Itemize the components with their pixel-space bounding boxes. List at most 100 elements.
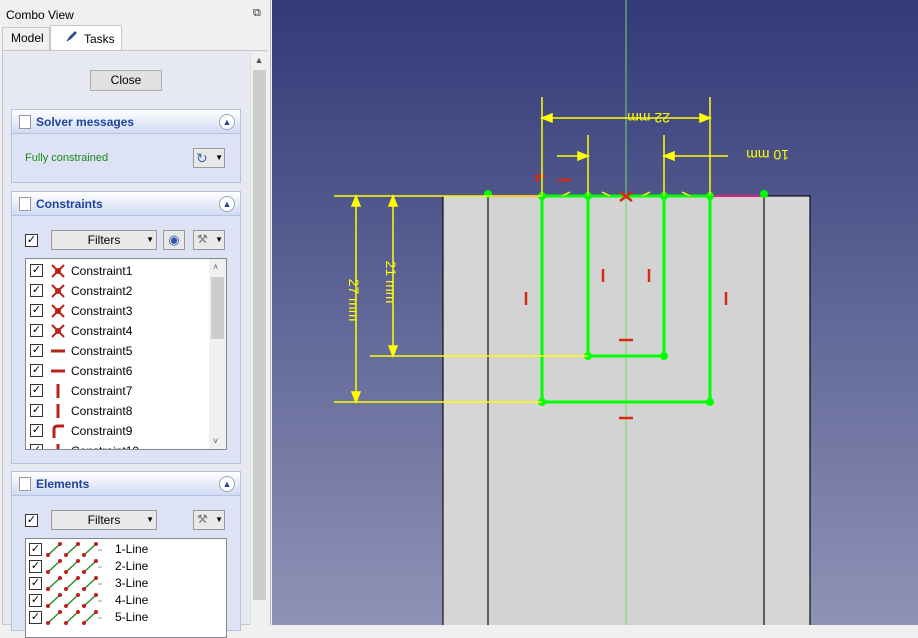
- element-checkbox[interactable]: ✓: [29, 577, 42, 590]
- constraints-select-all-checkbox[interactable]: ✓: [25, 234, 38, 247]
- list-item[interactable]: ✓ Constraint3: [30, 301, 210, 321]
- constraint-checkbox[interactable]: ✓: [30, 444, 43, 449]
- chevron-down-icon: ▼: [146, 515, 154, 524]
- list-item[interactable]: ✓ 2-Line: [29, 558, 225, 575]
- list-item[interactable]: ✓ Constraint1: [30, 261, 210, 281]
- dim-arrow: [661, 150, 675, 162]
- constraint-label: Constraint6: [71, 364, 133, 378]
- list-item[interactable]: ✓ Constraint8: [30, 401, 210, 421]
- chevron-down-icon: ▼: [146, 235, 154, 244]
- constraint-checkbox[interactable]: ✓: [30, 304, 43, 317]
- list-item[interactable]: ✓ Constraint6: [30, 361, 210, 381]
- horizontal-icon: [50, 344, 66, 358]
- visibility-button[interactable]: ◉: [163, 230, 185, 250]
- scroll-up-icon[interactable]: ▲: [254, 55, 264, 65]
- vertex[interactable]: [484, 190, 492, 198]
- task-panel-scrollbar[interactable]: ▲: [250, 52, 267, 625]
- elements-select-all-checkbox[interactable]: ✓: [25, 514, 38, 527]
- element-label: 5-Line: [115, 610, 149, 624]
- constraint-checkbox[interactable]: ✓: [30, 364, 43, 377]
- constraints-settings-button[interactable]: ⚒ ▼: [193, 230, 225, 250]
- dim-10-label[interactable]: 10 mm: [746, 147, 789, 163]
- element-checkbox[interactable]: ✓: [29, 611, 42, 624]
- elements-settings-button[interactable]: ⚒ ▼: [193, 510, 225, 530]
- collapse-icon[interactable]: ▲: [219, 196, 235, 212]
- list-item[interactable]: ✓ 5-Line: [29, 609, 225, 626]
- chevron-down-icon[interactable]: ▼: [215, 150, 223, 166]
- pencil-icon: [66, 31, 77, 42]
- constraint-checkbox[interactable]: ✓: [30, 344, 43, 357]
- sketch-canvas[interactable]: 22 mm 10 mm 27 mm 21 mm: [272, 0, 918, 625]
- combo-view-titlebar: Combo View ⧉: [0, 4, 271, 24]
- element-checkbox[interactable]: ✓: [29, 543, 42, 556]
- list-item[interactable]: ✓ Constraint7: [30, 381, 210, 401]
- undock-icon[interactable]: ⧉: [253, 7, 265, 19]
- vertex[interactable]: [760, 190, 768, 198]
- close-button[interactable]: Close: [90, 70, 162, 91]
- constraints-header[interactable]: Constraints ▲: [12, 192, 240, 216]
- list-item[interactable]: ✓ Constraint2: [30, 281, 210, 301]
- list-item[interactable]: ✓ 1-Line: [29, 541, 225, 558]
- dim-22-label[interactable]: 22 mm: [627, 110, 670, 126]
- vertical-icon: [50, 384, 66, 398]
- solver-status: Fully constrained: [25, 152, 109, 164]
- chevron-up-icon[interactable]: ˄: [213, 262, 218, 272]
- dim-arrow: [350, 193, 362, 207]
- element-checkbox[interactable]: ✓: [29, 560, 42, 573]
- part-right-face: [763, 195, 811, 625]
- list-item[interactable]: ✓ Constraint9: [30, 421, 210, 441]
- tab-tasks-label: Tasks: [84, 32, 115, 46]
- solver-refresh-button[interactable]: ↻ ▼: [193, 148, 225, 168]
- wrench-icon: ⚒: [197, 512, 208, 526]
- constraint-checkbox[interactable]: ✓: [30, 264, 43, 277]
- tab-model[interactable]: Model: [2, 27, 50, 50]
- chevron-down-icon[interactable]: ˅: [213, 436, 218, 446]
- coincident-icon: [50, 264, 66, 278]
- filters-label: Filters: [87, 513, 121, 527]
- elements-list: ✓ 1-Line ✓ 2-Line ✓ 3-Line ✓ 4-Line ✓ 5-Line: [25, 538, 227, 638]
- vertex[interactable]: [660, 352, 668, 360]
- sketch-3d-view[interactable]: 22 mm 10 mm 27 mm 21 mm: [272, 0, 918, 625]
- constraint-checkbox[interactable]: ✓: [30, 404, 43, 417]
- constraint-label: Constraint8: [71, 404, 133, 418]
- constraint-checkbox[interactable]: ✓: [30, 424, 43, 437]
- part-left-face: [442, 195, 489, 625]
- solver-messages-header[interactable]: Solver messages ▲: [12, 110, 240, 134]
- horizontal-icon: [50, 364, 66, 378]
- constraint-label: Constraint4: [71, 324, 133, 338]
- constraint-checkbox[interactable]: ✓: [30, 324, 43, 337]
- constraints-title: Constraints: [36, 197, 103, 211]
- scrollbar-thumb[interactable]: [253, 70, 266, 600]
- elements-header[interactable]: Elements ▲: [12, 472, 240, 496]
- constraint-label: Constraint7: [71, 384, 133, 398]
- line-element-icon: [46, 593, 102, 608]
- elements-filters-dropdown[interactable]: Filters ▼: [51, 510, 157, 530]
- list-item[interactable]: ✓ Constraint10: [30, 441, 210, 449]
- element-checkbox[interactable]: ✓: [29, 594, 42, 607]
- constraint-checkbox[interactable]: ✓: [30, 284, 43, 297]
- vertical-icon: [50, 444, 66, 449]
- list-item[interactable]: ✓ 4-Line: [29, 592, 225, 609]
- dim-27-label[interactable]: 27 mm: [346, 279, 362, 322]
- panel-icon: [19, 477, 31, 491]
- constraints-filters-dropdown[interactable]: Filters ▼: [51, 230, 157, 250]
- tab-tasks[interactable]: Tasks: [50, 25, 122, 51]
- collapse-icon[interactable]: ▲: [219, 114, 235, 130]
- panel-icon: [19, 115, 31, 129]
- panel-icon: [19, 197, 31, 211]
- list-item[interactable]: ✓ 3-Line: [29, 575, 225, 592]
- list-item[interactable]: ✓ Constraint5: [30, 341, 210, 361]
- constraints-panel: Constraints ▲ ✓ Filters ▼ ◉ ⚒ ▼ ✓ Constra…: [11, 191, 241, 464]
- constraint-checkbox[interactable]: ✓: [30, 384, 43, 397]
- constraint-label: Constraint1: [71, 264, 133, 278]
- chevron-down-icon[interactable]: ▼: [215, 232, 223, 248]
- chevron-down-icon[interactable]: ▼: [215, 512, 223, 528]
- collapse-icon[interactable]: ▲: [219, 476, 235, 492]
- dim-21-label[interactable]: 21 mm: [383, 261, 399, 304]
- constraints-list-scrollbar[interactable]: ˄ ˅: [209, 259, 226, 449]
- vertex[interactable]: [706, 398, 714, 406]
- list-item[interactable]: ✓ Constraint4: [30, 321, 210, 341]
- constraint-label: Constraint3: [71, 304, 133, 318]
- dim-arrow: [699, 112, 713, 124]
- scrollbar-thumb[interactable]: [211, 277, 224, 339]
